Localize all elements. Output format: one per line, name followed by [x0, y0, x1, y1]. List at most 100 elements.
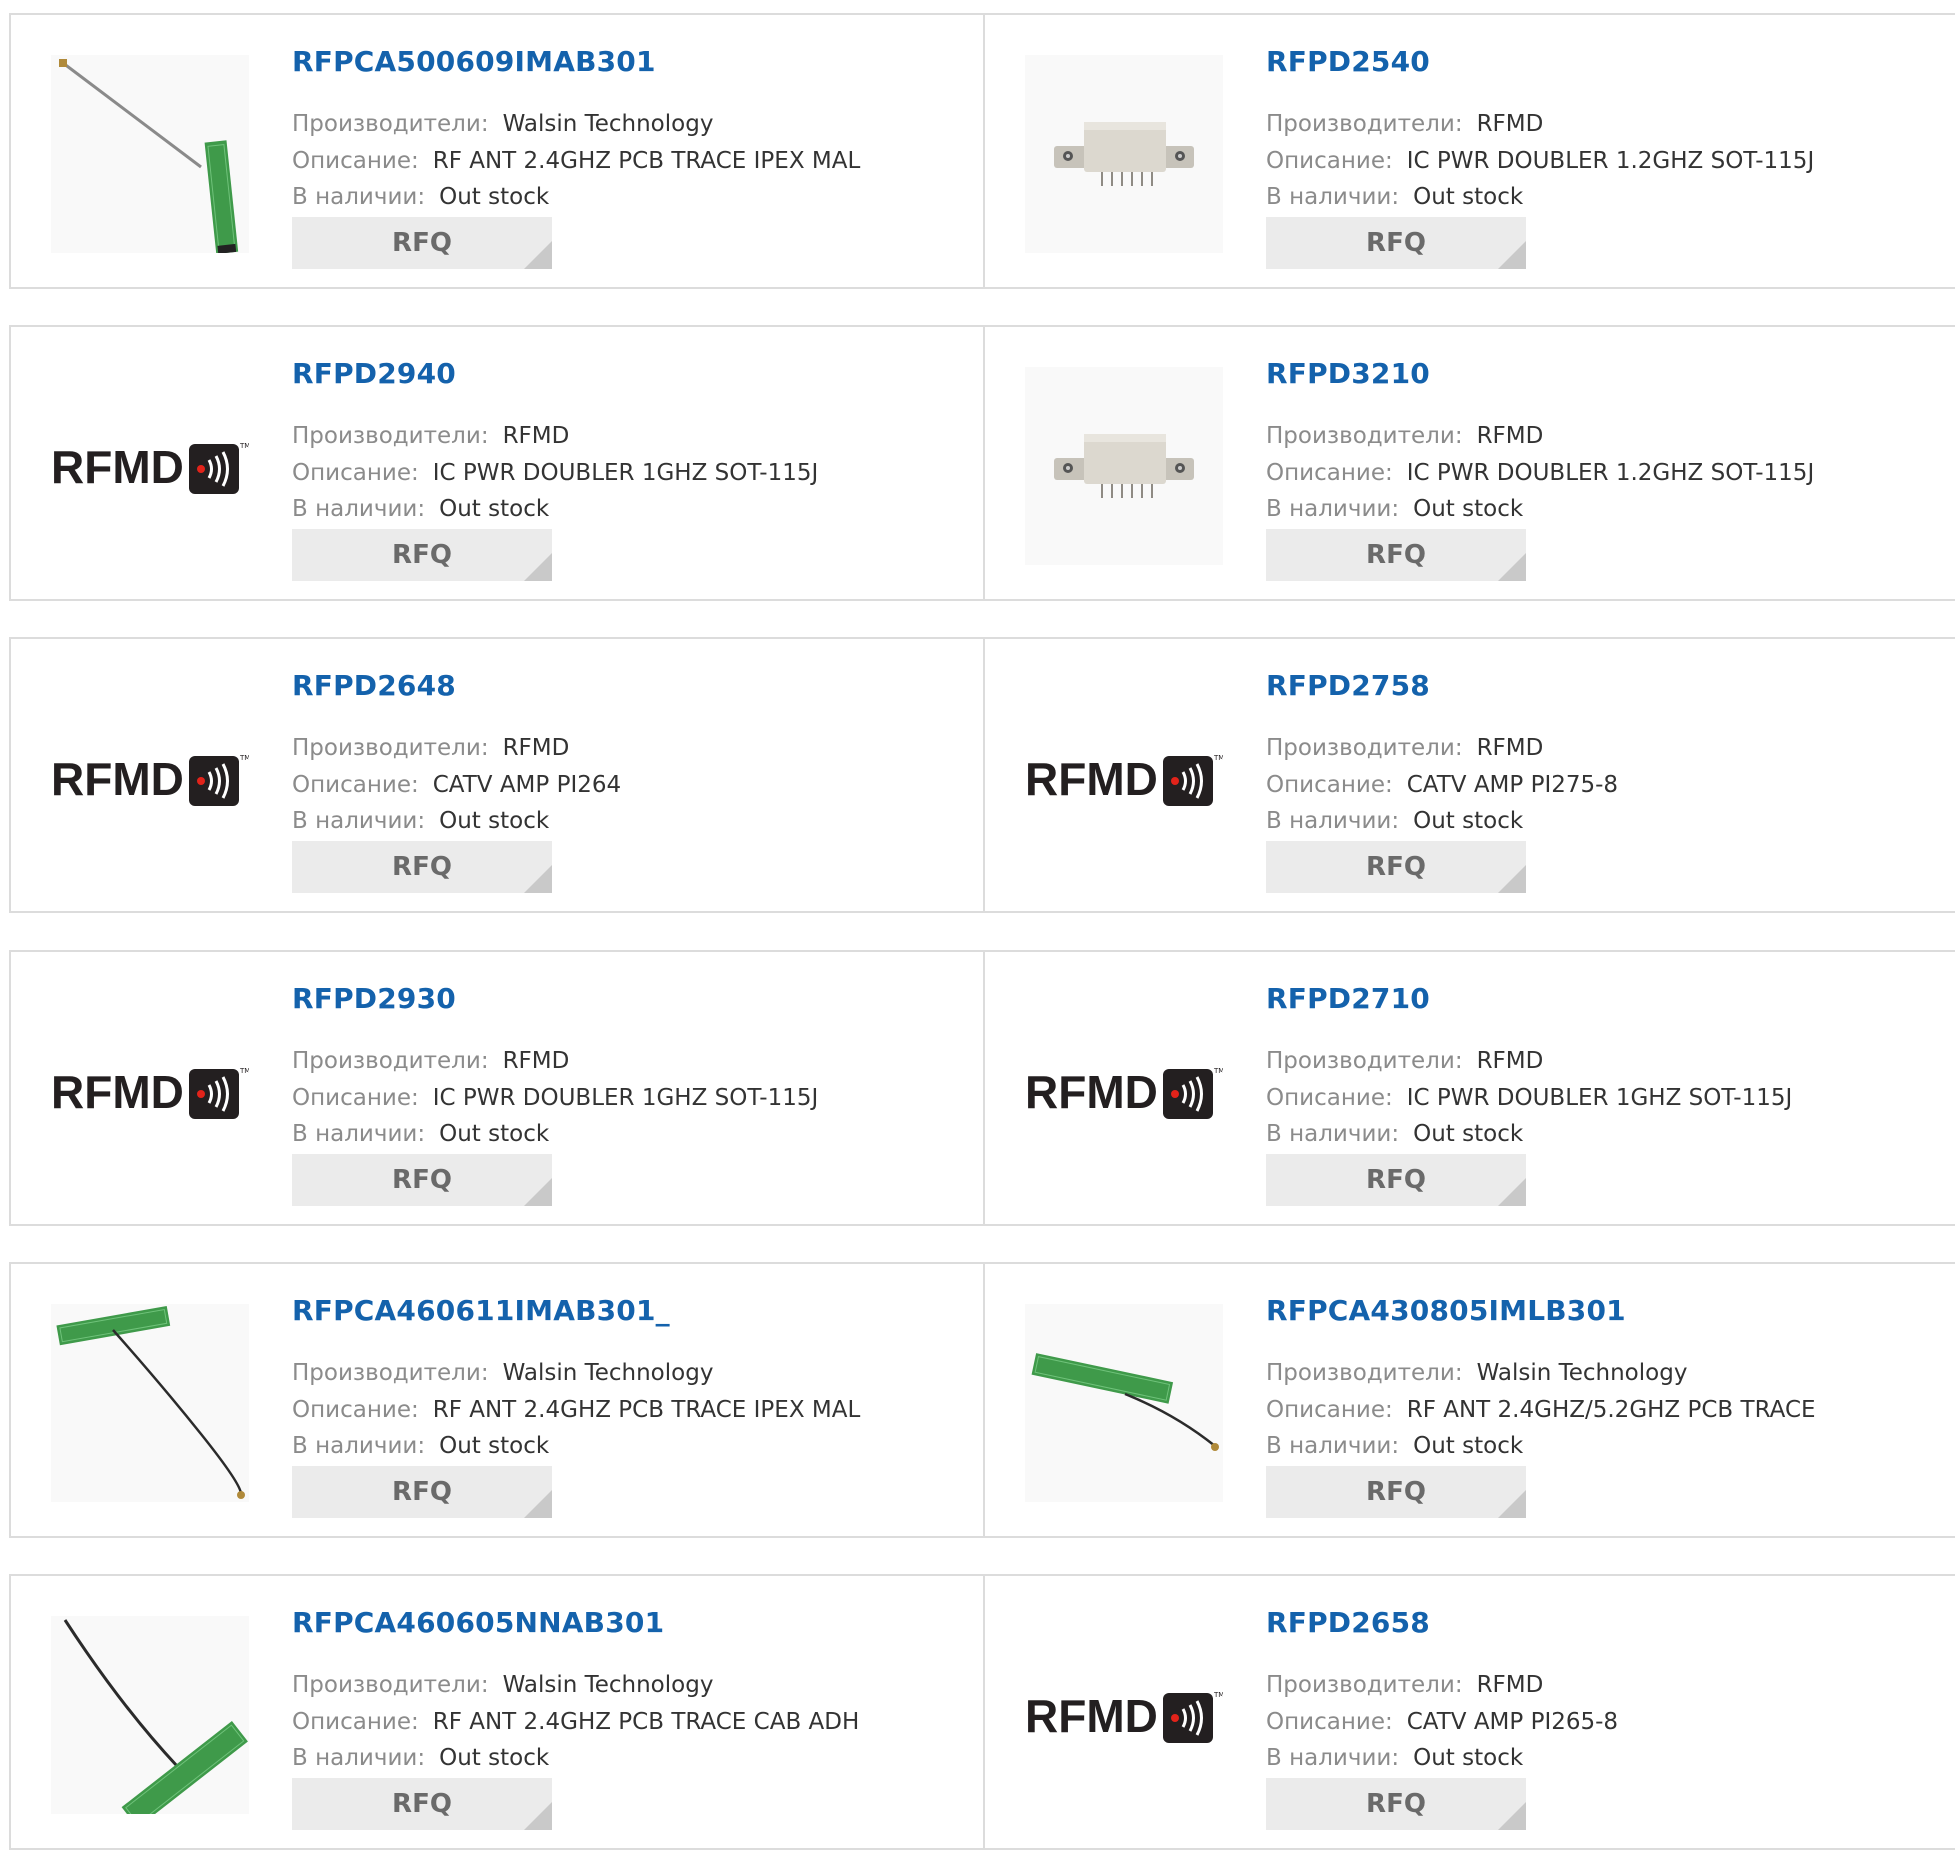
manufacturer-line: Производители: RFMD [1266, 1046, 1543, 1076]
part-number-link[interactable]: RFPCA500609IMAB301 [292, 45, 656, 78]
description-line: Описание: RF ANT 2.4GHZ PCB TRACE IPEX MA… [292, 146, 860, 176]
manufacturer-line: Производители: Walsin Technology [292, 1358, 713, 1388]
manufacturer-line: Производители: Walsin Technology [1266, 1358, 1687, 1388]
stock-label: В наличии: [292, 808, 426, 834]
rfq-label: RFQ [392, 852, 452, 882]
part-number-link[interactable]: RFPD2648 [292, 669, 456, 702]
description-value: CATV AMP PI264 [432, 772, 622, 798]
part-number-link[interactable]: RFPD2710 [1266, 982, 1430, 1015]
stock-line: В наличии: Out stock [292, 1431, 549, 1461]
stock-value: Out stock [1413, 1745, 1524, 1771]
description-line: Описание: CATV AMP PI265-8 [1266, 1707, 1618, 1737]
rfmd-logo-image[interactable]: RFMD TM [51, 367, 249, 565]
rfq-button[interactable]: RFQ [1266, 1466, 1526, 1518]
rfq-button[interactable]: RFQ [1266, 1154, 1526, 1206]
svg-text:TM: TM [239, 754, 249, 762]
rfq-button[interactable]: RFQ [1266, 841, 1526, 893]
manufacturer-label: Производители: [292, 423, 489, 449]
rfmd-logo-image[interactable]: RFMD TM [51, 679, 249, 877]
description-line: Описание: IC PWR DOUBLER 1GHZ SOT-115J [1266, 1083, 1792, 1113]
part-number-link[interactable]: RFPD3210 [1266, 357, 1430, 390]
manufacturer-line: Производители: RFMD [1266, 1670, 1543, 1700]
product-row: RFPCA500609IMAB301 Производители: Walsin … [9, 13, 1955, 289]
rfq-label: RFQ [1366, 1477, 1426, 1507]
description-value: CATV AMP PI265-8 [1406, 1709, 1619, 1735]
manufacturer-label: Производители: [1266, 1672, 1463, 1698]
product-image[interactable] [1025, 367, 1223, 565]
corner-triangle-icon [1498, 865, 1526, 893]
rfq-button[interactable]: RFQ [1266, 529, 1526, 581]
stock-line: В наличии: Out stock [1266, 806, 1523, 836]
rfmd-logo-image[interactable]: RFMD TM [1025, 992, 1223, 1190]
rfq-label: RFQ [392, 228, 452, 258]
svg-text:RFMD: RFMD [51, 441, 184, 493]
product-card: RFMD TM RFPD2758 Производители: RFMD Опис… [983, 639, 1955, 911]
part-number-link[interactable]: RFPCA430805IMLB301 [1266, 1294, 1626, 1327]
manufacturer-line: Производители: RFMD [292, 1046, 569, 1076]
rfq-label: RFQ [1366, 852, 1426, 882]
product-row: RFMD TM RFPD2648 Производители: RFMD Опис… [9, 637, 1955, 913]
manufacturer-label: Производители: [292, 111, 489, 137]
rfq-button[interactable]: RFQ [292, 1154, 552, 1206]
product-image[interactable] [51, 55, 249, 253]
stock-value: Out stock [1413, 808, 1524, 834]
description-line: Описание: IC PWR DOUBLER 1.2GHZ SOT-115J [1266, 458, 1814, 488]
rfq-button[interactable]: RFQ [292, 1778, 552, 1830]
rfq-label: RFQ [1366, 1789, 1426, 1819]
stock-line: В наличии: Out stock [292, 1743, 549, 1773]
rfq-button[interactable]: RFQ [1266, 217, 1526, 269]
manufacturer-label: Производители: [292, 1672, 489, 1698]
stock-line: В наличии: Out stock [1266, 1431, 1523, 1461]
stock-value: Out stock [439, 808, 550, 834]
product-image[interactable] [1025, 1304, 1223, 1502]
description-value: RF ANT 2.4GHZ PCB TRACE IPEX MAL [432, 148, 861, 174]
manufacturer-line: Производители: Walsin Technology [292, 109, 713, 139]
stock-value: Out stock [439, 184, 550, 210]
manufacturer-label: Производители: [292, 1048, 489, 1074]
svg-text:TM: TM [239, 1067, 249, 1075]
rfq-button[interactable]: RFQ [292, 217, 552, 269]
manufacturer-value: Walsin Technology [502, 1360, 714, 1386]
product-image[interactable] [1025, 55, 1223, 253]
description-value: IC PWR DOUBLER 1.2GHZ SOT-115J [1406, 148, 1815, 174]
manufacturer-line: Производители: RFMD [1266, 733, 1543, 763]
manufacturer-value: Walsin Technology [502, 1672, 714, 1698]
part-number-link[interactable]: RFPCA460605NNAB301 [292, 1606, 664, 1639]
product-card: RFPCA460605NNAB301 Производители: Walsin … [11, 1576, 983, 1848]
svg-text:RFMD: RFMD [51, 1066, 184, 1118]
manufacturer-value: RFMD [1476, 111, 1544, 137]
part-number-link[interactable]: RFPD2940 [292, 357, 456, 390]
rfq-button[interactable]: RFQ [292, 529, 552, 581]
svg-text:TM: TM [239, 442, 249, 450]
rfq-button[interactable]: RFQ [1266, 1778, 1526, 1830]
rfmd-logo-image[interactable]: RFMD TM [1025, 1616, 1223, 1814]
rfmd-logo-image[interactable]: RFMD TM [1025, 679, 1223, 877]
part-number-link[interactable]: RFPD2658 [1266, 1606, 1430, 1639]
description-label: Описание: [292, 460, 419, 486]
product-image[interactable] [51, 1616, 249, 1814]
stock-label: В наличии: [292, 184, 426, 210]
rfq-button[interactable]: RFQ [292, 841, 552, 893]
stock-label: В наличии: [1266, 496, 1400, 522]
stock-value: Out stock [439, 1433, 550, 1459]
stock-label: В наличии: [1266, 1433, 1400, 1459]
product-card: RFPCA460611IMAB301_ Производители: Walsin… [11, 1264, 983, 1536]
manufacturer-value: RFMD [502, 735, 570, 761]
rfmd-logo-image[interactable]: RFMD TM [51, 992, 249, 1190]
rfq-label: RFQ [1366, 228, 1426, 258]
rfq-button[interactable]: RFQ [292, 1466, 552, 1518]
svg-text:TM: TM [1213, 1067, 1223, 1075]
description-line: Описание: RF ANT 2.4GHZ/5.2GHZ PCB TRACE [1266, 1395, 1816, 1425]
part-number-link[interactable]: RFPCA460611IMAB301_ [292, 1294, 670, 1327]
corner-triangle-icon [1498, 1490, 1526, 1518]
part-number-link[interactable]: RFPD2930 [292, 982, 456, 1015]
corner-triangle-icon [524, 865, 552, 893]
description-line: Описание: IC PWR DOUBLER 1GHZ SOT-115J [292, 1083, 818, 1113]
manufacturer-label: Производители: [1266, 1048, 1463, 1074]
part-number-link[interactable]: RFPD2758 [1266, 669, 1430, 702]
product-image[interactable] [51, 1304, 249, 1502]
description-label: Описание: [292, 148, 419, 174]
product-row: RFMD TM RFPD2940 Производители: RFMD Опис… [9, 325, 1955, 601]
part-number-link[interactable]: RFPD2540 [1266, 45, 1430, 78]
rfq-label: RFQ [392, 1789, 452, 1819]
